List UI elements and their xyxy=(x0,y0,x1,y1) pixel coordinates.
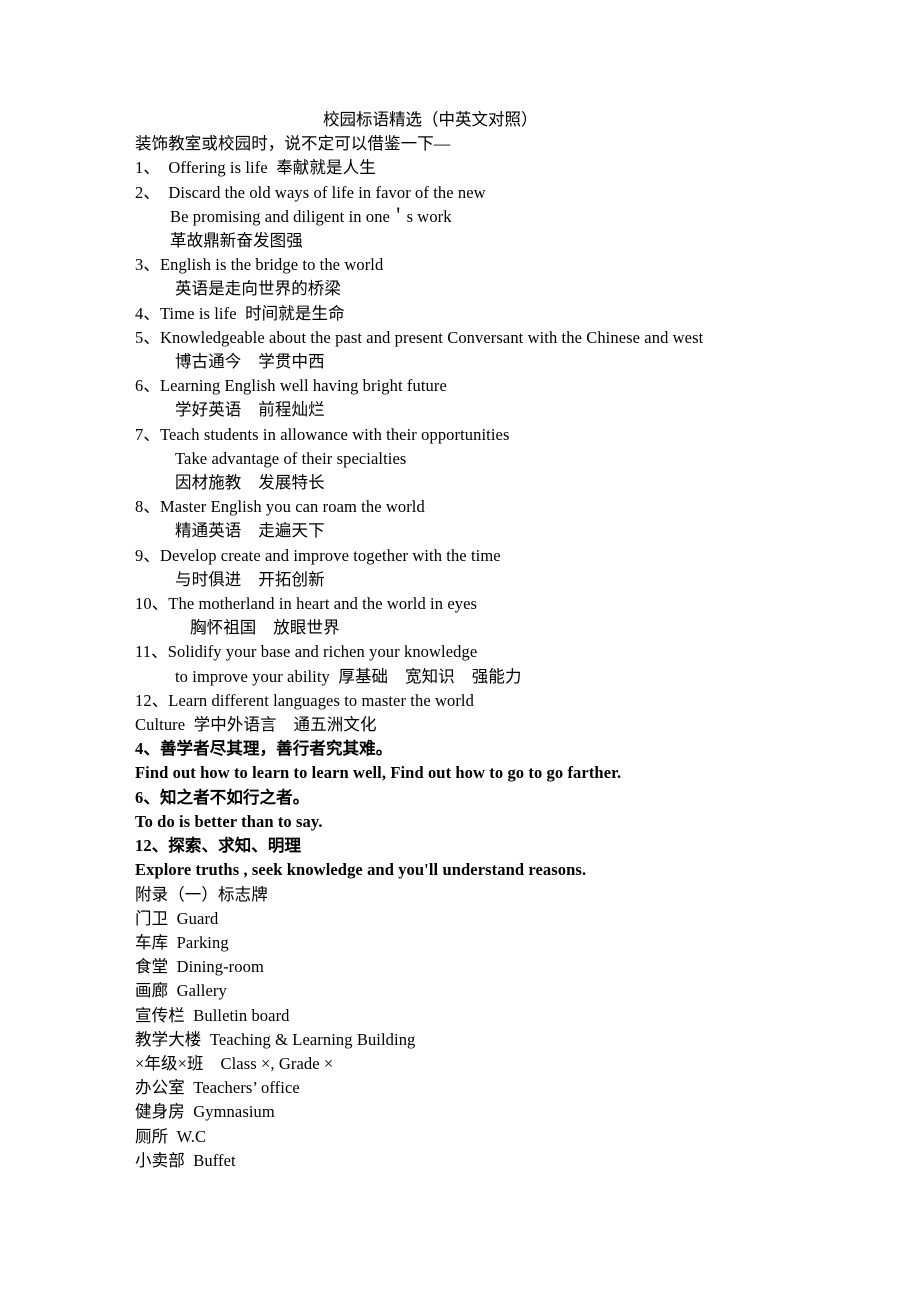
slogan-item-10: 10、The motherland in heart and the world… xyxy=(135,594,478,614)
proverb-2-cn: 6、知之者不如行之者。 xyxy=(135,787,310,807)
slogan-item-1: 1、 Offering is life 奉献就是人生 xyxy=(135,158,376,178)
slogan-item-10-sub-cn: 胸怀祖国 放眼世界 xyxy=(190,618,340,638)
sign-item: 厕所 W.C xyxy=(135,1126,207,1146)
sign-item: 健身房 Gymnasium xyxy=(135,1102,275,1122)
slogan-item-3-sub-cn: 英语是走向世界的桥梁 xyxy=(175,279,341,299)
slogan-item-4: 4、Time is life 时间就是生命 xyxy=(135,303,345,323)
slogan-item-3: 3、English is the bridge to the world xyxy=(135,255,384,275)
proverb-3-en: Explore truths , seek knowledge and you'… xyxy=(135,860,587,880)
proverb-2-en: To do is better than to say. xyxy=(135,811,323,831)
slogan-item-6: 6、Learning English well having bright fu… xyxy=(135,376,447,396)
appendix-sign-list: 门卫 Guard 车库 Parking 食堂 Dining-room 画廊 Ga… xyxy=(135,907,835,1173)
slogan-item-2-sub-en: Be promising and diligent in one＇s work xyxy=(170,206,452,226)
document-page: 校园标语精选（中英文对照） 装饰教室或校园时，说不定可以借鉴一下— 1、 Off… xyxy=(0,0,920,1302)
slogan-item-5: 5、Knowledgeable about the past and prese… xyxy=(135,327,704,347)
slogan-item-12-tail: Culture 学中外语言 通五洲文化 xyxy=(135,715,377,735)
sign-item: 教学大楼 Teaching & Learning Building xyxy=(135,1029,416,1049)
slogan-item-5-sub-cn: 博古通今 学贯中西 xyxy=(175,352,325,372)
slogan-item-7-sub-cn: 因材施教 发展特长 xyxy=(175,473,325,493)
slogan-item-8-sub-cn: 精通英语 走遍天下 xyxy=(175,521,325,541)
sign-item: ×年级×班 Class ×, Grade × xyxy=(135,1053,334,1073)
proverb-3-cn: 12、探索、求知、明理 xyxy=(135,836,302,856)
slogan-item-2: 2、 Discard the old ways of life in favor… xyxy=(135,182,486,202)
proverb-1-en: Find out how to learn to learn well, Fin… xyxy=(135,763,622,783)
sign-item: 食堂 Dining-room xyxy=(135,957,264,977)
sign-item: 宣传栏 Bulletin board xyxy=(135,1005,290,1025)
slogan-item-7-sub-en: Take advantage of their specialties xyxy=(175,448,407,468)
slogan-item-2-sub-cn: 革故鼎新奋发图强 xyxy=(170,231,303,251)
slogan-item-11-sub: to improve your ability 厚基础 宽知识 强能力 xyxy=(175,666,522,686)
slogan-item-6-sub-cn: 学好英语 前程灿烂 xyxy=(175,400,325,420)
intro-line: 装饰教室或校园时，说不定可以借鉴一下— xyxy=(135,134,451,154)
slogan-item-7: 7、Teach students in allowance with their… xyxy=(135,424,510,444)
proverb-1-cn: 4、善学者尽其理，善行者究其难。 xyxy=(135,739,393,759)
document-body: 校园标语精选（中英文对照） 装饰教室或校园时，说不定可以借鉴一下— 1、 Off… xyxy=(135,108,835,1173)
sign-item: 办公室 Teachers’ office xyxy=(135,1078,300,1098)
slogan-item-9: 9、Develop create and improve together wi… xyxy=(135,545,501,565)
sign-item: 车库 Parking xyxy=(135,932,229,952)
slogan-item-9-sub-cn: 与时俱进 开拓创新 xyxy=(175,569,325,589)
slogan-item-12: 12、Learn different languages to master t… xyxy=(135,690,474,710)
sign-item: 小卖部 Buffet xyxy=(135,1150,236,1170)
slogan-item-11: 11、Solidify your base and richen your kn… xyxy=(135,642,478,662)
slogan-item-8: 8、Master English you can roam the world xyxy=(135,497,425,517)
appendix-heading: 附录（一）标志牌 xyxy=(135,884,268,904)
document-title: 校园标语精选（中英文对照） xyxy=(323,110,538,129)
sign-item: 画廊 Gallery xyxy=(135,981,227,1001)
sign-item: 门卫 Guard xyxy=(135,908,219,928)
